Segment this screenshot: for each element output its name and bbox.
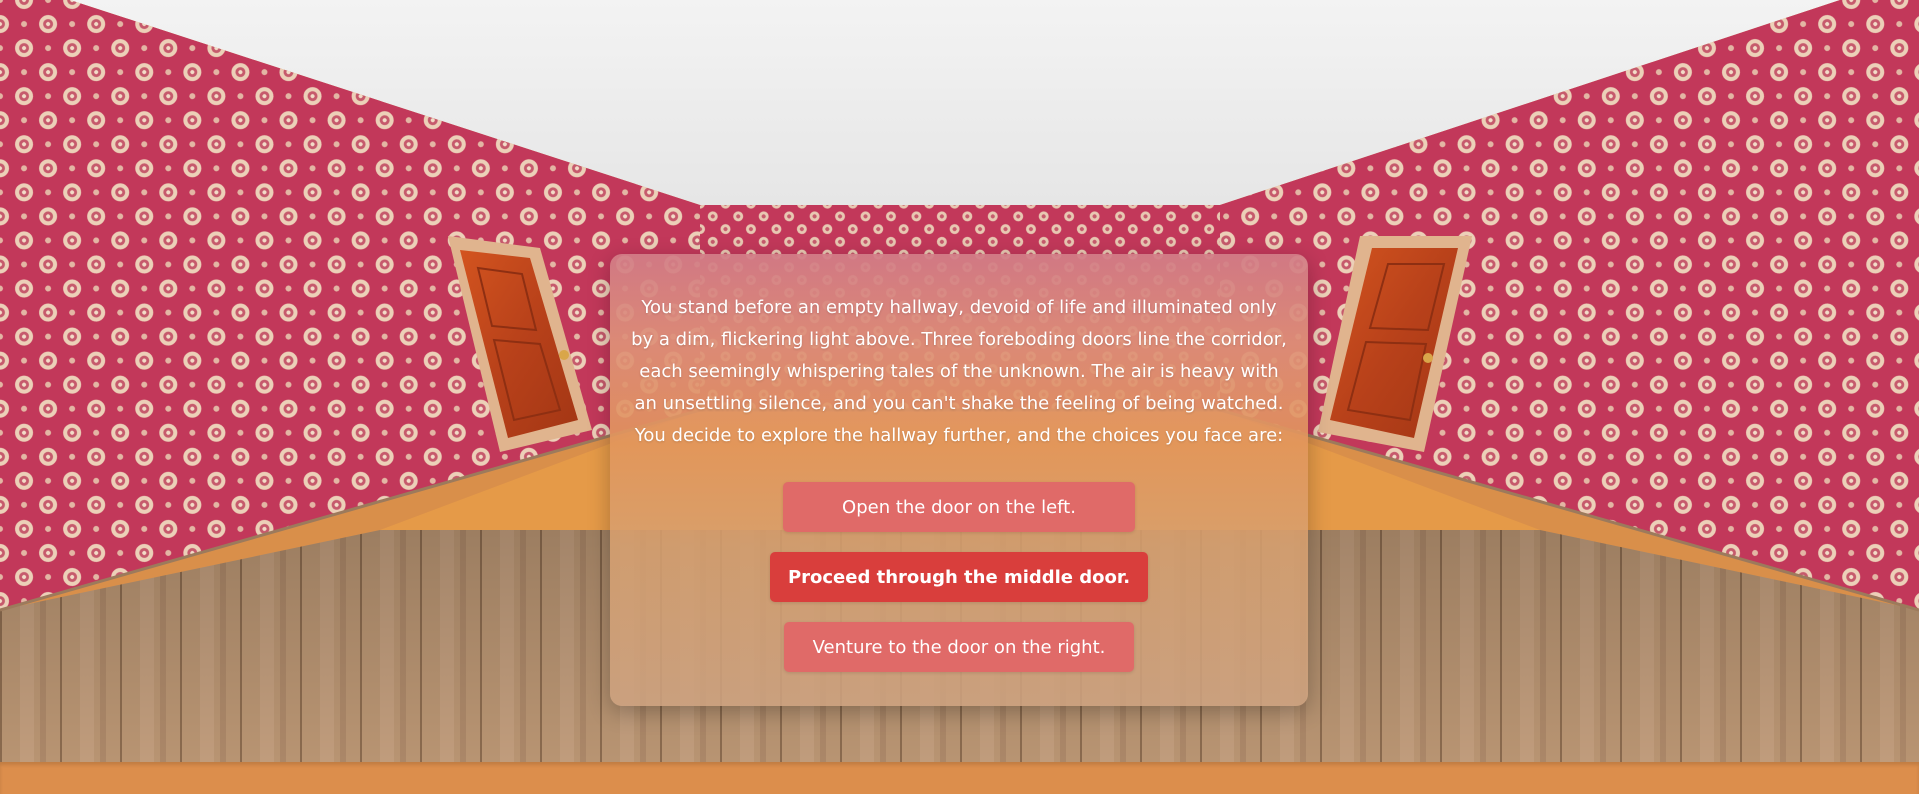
bottom-bar (0, 762, 1919, 794)
choice-middle-door-button[interactable]: Proceed through the middle door. (770, 552, 1148, 602)
narrative-text: You stand before an empty hallway, devoi… (631, 297, 1287, 446)
story-dialog: You stand before an empty hallway, devoi… (610, 254, 1308, 706)
choice-left-door-button[interactable]: Open the door on the left. (783, 482, 1135, 532)
choice-right-door-button[interactable]: Venture to the door on the right. (784, 622, 1134, 672)
hallway-scene: You stand before an empty hallway, devoi… (0, 0, 1919, 794)
